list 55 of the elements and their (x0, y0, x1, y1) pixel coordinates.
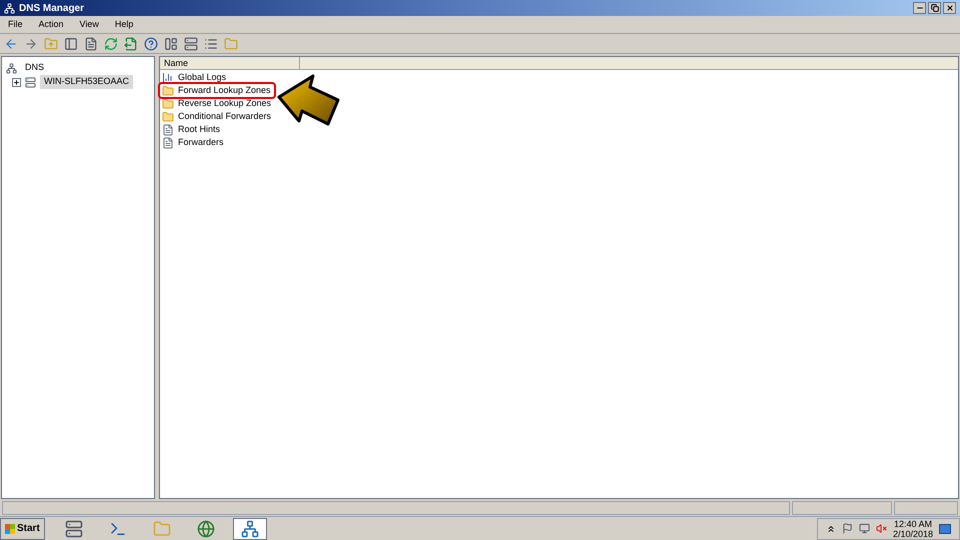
windows-logo-icon (5, 524, 15, 534)
expand-icon[interactable] (12, 78, 21, 86)
list-row[interactable]: Conditional Forwarders (160, 110, 274, 123)
minimize-button[interactable] (913, 2, 926, 14)
clock-date: 2/10/2018 (892, 528, 933, 538)
folder-icon (152, 520, 171, 538)
forward-icon[interactable] (24, 36, 38, 50)
globe-icon (196, 520, 215, 538)
list-item-label: Global Logs (178, 70, 226, 84)
window-title: DNS Manager (19, 2, 84, 16)
list-item-label: Root Hints (178, 122, 220, 136)
list-item-label: Reverse Lookup Zones (178, 96, 272, 110)
list-item-label: Forward Lookup Zones (178, 84, 271, 97)
document-icon (162, 136, 174, 148)
list-icon[interactable] (204, 36, 218, 50)
restore-button[interactable] (928, 2, 941, 14)
panel-icon[interactable] (64, 36, 78, 50)
tree-item[interactable]: DNS (21, 61, 48, 75)
chevron-up-icon[interactable] (826, 524, 836, 534)
speaker-muted-icon[interactable] (876, 523, 887, 534)
close-button[interactable] (943, 2, 956, 14)
menu-item[interactable]: Action (38, 18, 64, 32)
column-header[interactable]: Name (160, 57, 300, 69)
back-icon[interactable] (4, 36, 18, 50)
server-icon (25, 76, 36, 88)
show-desktop-icon[interactable] (939, 524, 951, 534)
list-row[interactable]: Forwarders (160, 136, 227, 149)
folder-icon (162, 98, 174, 110)
log-icon (162, 72, 174, 84)
list-row[interactable]: Forward Lookup Zones (160, 84, 274, 97)
folder-icon (162, 84, 174, 96)
help-icon[interactable] (144, 36, 158, 50)
document-icon (162, 124, 174, 136)
list-item-label: Forwarders (178, 136, 224, 149)
clock-time: 12:40 AM (894, 518, 932, 528)
list-item-label: Conditional Forwarders (178, 110, 272, 123)
menu-item[interactable]: Help (114, 18, 134, 32)
list-row[interactable]: Reverse Lookup Zones (160, 97, 274, 110)
server-icon[interactable] (184, 36, 198, 50)
folder-icon (162, 110, 174, 122)
list-row[interactable]: Root Hints (160, 123, 224, 136)
document-icon[interactable] (84, 36, 98, 50)
restore-icon (930, 4, 938, 12)
list-row[interactable]: Global Logs (160, 71, 230, 84)
menu-item[interactable]: View (80, 18, 99, 32)
export-icon[interactable] (124, 36, 138, 50)
flag-icon[interactable] (842, 523, 853, 534)
panel-icon[interactable] (164, 36, 178, 50)
close-icon (946, 4, 954, 12)
app-icon (4, 2, 15, 14)
taskbar-button[interactable] (232, 518, 267, 540)
tree-item[interactable]: WIN-SLFH53EOAAC (40, 75, 134, 89)
server-icon (64, 520, 83, 538)
start-button[interactable]: Start (0, 518, 45, 540)
menu-item[interactable]: File (8, 18, 23, 32)
